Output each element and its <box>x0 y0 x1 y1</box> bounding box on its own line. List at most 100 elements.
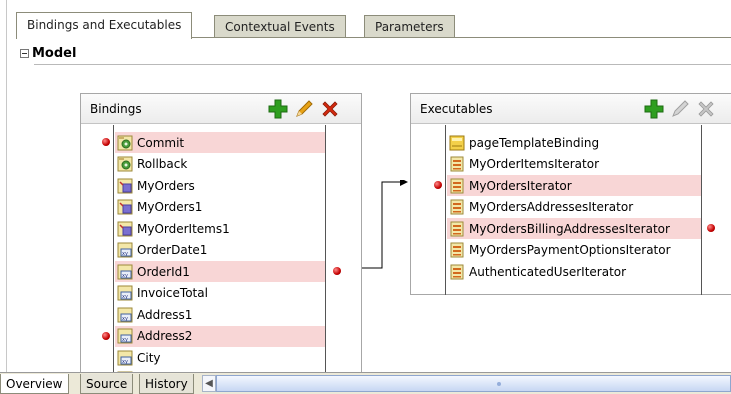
binding-marker-icon[interactable] <box>333 267 341 275</box>
attribute-binding-icon: xy <box>117 264 133 280</box>
list-item[interactable]: Rollback <box>115 154 325 175</box>
add-binding-button[interactable] <box>267 98 289 120</box>
binding-marker-icon[interactable] <box>102 138 110 146</box>
list-item[interactable]: xy City <box>115 347 325 368</box>
list-item-label: City <box>137 350 161 365</box>
list-item[interactable]: xy OrderDate1 <box>115 240 325 261</box>
list-item[interactable]: MyOrdersAddressesIterator <box>447 197 701 218</box>
list-item[interactable]: MyOrderItemsIterator <box>447 154 701 175</box>
list-item-label: MyOrders <box>137 178 195 193</box>
add-executable-button[interactable] <box>643 98 665 120</box>
executables-panel: Executables pageTemplateBinding MyOrderIt… <box>410 93 731 295</box>
collapse-minus-icon[interactable] <box>20 49 29 58</box>
binding-marker-icon[interactable] <box>102 331 110 340</box>
bindings-left-line <box>113 125 114 383</box>
binding-marker-icon[interactable] <box>707 224 715 232</box>
executables-left-line <box>445 125 446 295</box>
bindings-panel-header: Bindings <box>81 94 361 124</box>
method-binding-icon <box>117 221 133 237</box>
executables-panel-header: Executables <box>411 94 731 124</box>
edit-executable-button[interactable] <box>669 98 691 120</box>
svg-text:xy: xy <box>122 359 128 365</box>
list-item[interactable]: pageTemplateBinding <box>447 132 701 153</box>
list-item[interactable]: MyOrders <box>115 175 325 196</box>
executables-panel-title: Executables <box>420 102 493 116</box>
svg-text:xy: xy <box>122 337 128 343</box>
list-item-label: MyOrdersBillingAddressesIterator <box>469 221 670 236</box>
list-item[interactable]: xy InvoiceTotal <box>115 283 325 304</box>
iterator-icon <box>449 242 465 258</box>
bindings-panel: Bindings Commit Rollback MyOrders MyOrders1… <box>80 93 362 387</box>
list-item-label: MyOrders1 <box>137 200 203 214</box>
list-item[interactable]: xy Address1 <box>115 304 325 325</box>
attribute-binding-icon: xy <box>117 328 133 344</box>
editor-bottom-bar: Overview Source History ◀ <box>0 372 731 394</box>
svg-text:xy: xy <box>122 316 128 322</box>
tab-parameters[interactable]: Parameters <box>364 15 455 38</box>
list-item-label: AuthenticatedUserIterator <box>469 264 627 279</box>
edit-binding-button[interactable] <box>293 98 315 120</box>
edit-pencil-icon <box>672 100 689 117</box>
attribute-binding-icon: xy <box>117 242 133 258</box>
tab-bindings-and-executables[interactable]: Bindings and Executables <box>16 12 193 39</box>
delete-binding-button[interactable] <box>319 98 341 120</box>
svg-text:xy: xy <box>122 294 128 300</box>
list-item-label: Address1 <box>137 307 193 322</box>
svg-text:xy: xy <box>122 251 128 257</box>
model-separator <box>34 64 731 65</box>
binding-marker-icon[interactable] <box>434 181 442 189</box>
attribute-binding-icon: xy <box>117 307 133 323</box>
tab-overview[interactable]: Overview <box>0 374 69 394</box>
svg-text:xy: xy <box>122 273 128 279</box>
edit-pencil-icon <box>296 100 313 117</box>
editor-left-rule <box>6 0 7 372</box>
delete-x-icon <box>698 101 714 117</box>
bindings-panel-title: Bindings <box>90 102 142 116</box>
method-binding-icon <box>117 178 133 194</box>
list-item-label: InvoiceTotal <box>137 286 208 300</box>
tab-source[interactable]: Source <box>80 374 134 394</box>
iterator-icon <box>449 264 465 280</box>
list-item[interactable]: MyOrderItems1 <box>115 218 325 239</box>
method-binding-icon <box>117 199 133 215</box>
iterator-icon <box>449 221 465 237</box>
list-item-label: MyOrderItemsIterator <box>469 157 600 171</box>
iterator-icon <box>449 178 465 194</box>
list-item-label: OrderId1 <box>137 264 190 279</box>
list-item[interactable]: xy Address2 <box>115 325 325 347</box>
list-item-label: MyOrderItems1 <box>137 221 230 236</box>
list-item-label: OrderDate1 <box>137 243 208 257</box>
add-icon <box>644 99 664 119</box>
list-item[interactable]: MyOrdersPaymentOptionsIterator <box>447 240 701 261</box>
attribute-binding-icon: xy <box>117 350 133 366</box>
delete-executable-button[interactable] <box>695 98 717 120</box>
list-item-label: Rollback <box>137 157 188 171</box>
action-binding-icon <box>117 135 133 151</box>
iterator-icon <box>449 199 465 215</box>
binding-connector-arrow <box>362 180 408 269</box>
executables-right-line <box>701 125 702 295</box>
action-binding-icon <box>117 156 133 172</box>
list-item[interactable]: MyOrders1 <box>115 197 325 218</box>
list-item[interactable]: xy OrderId1 <box>115 261 325 282</box>
scrollbar-grip-icon <box>497 382 501 386</box>
model-title: Model <box>32 46 77 61</box>
horizontal-scrollbar[interactable] <box>216 375 731 392</box>
list-item-label: pageTemplateBinding <box>469 135 600 150</box>
list-item[interactable]: Commit <box>115 132 325 153</box>
model-section-header: Model <box>20 46 76 61</box>
delete-x-icon <box>322 101 338 117</box>
list-item-label: MyOrdersAddressesIterator <box>469 200 634 214</box>
bindings-right-line <box>325 125 326 383</box>
page-template-icon <box>449 135 465 151</box>
tab-contextual-events[interactable]: Contextual Events <box>214 15 346 38</box>
list-item-label: MyOrdersPaymentOptionsIterator <box>469 243 671 257</box>
add-icon <box>268 99 288 119</box>
list-item[interactable]: MyOrdersBillingAddressesIterator <box>447 218 701 239</box>
tab-history[interactable]: History <box>139 374 194 394</box>
list-item[interactable]: AuthenticatedUserIterator <box>447 261 701 282</box>
list-item[interactable]: MyOrdersIterator <box>447 175 701 196</box>
scroll-left-button[interactable]: ◀ <box>202 375 216 392</box>
list-item-label: Commit <box>137 135 185 150</box>
attribute-binding-icon: xy <box>117 285 133 301</box>
